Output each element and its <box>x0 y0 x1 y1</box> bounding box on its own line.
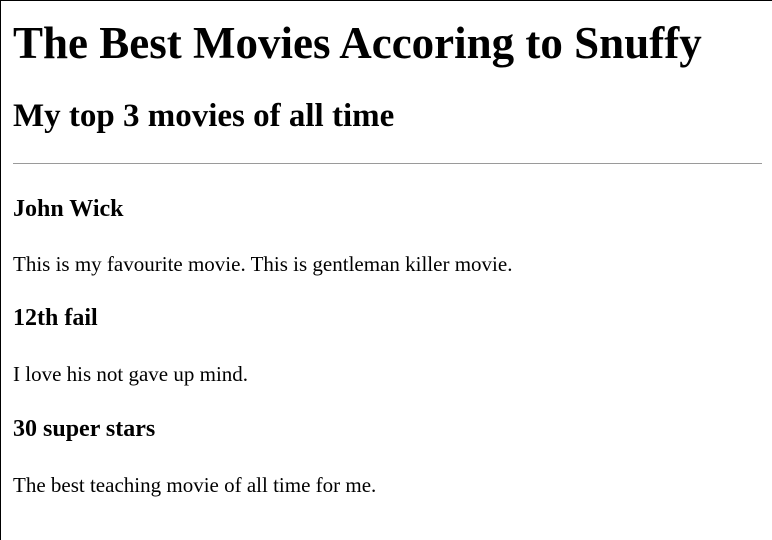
movie-title: John Wick <box>13 196 124 222</box>
page-title: The Best Movies Accoring to Snuffy <box>13 18 702 68</box>
movie-item: John Wick This is my favourite movie. Th… <box>13 194 762 277</box>
page-border-left <box>0 0 1 540</box>
movie-item: 30 super stars The best teaching movie o… <box>13 414 762 498</box>
movie-description: This is my favourite movie. This is gent… <box>13 252 513 276</box>
page-subtitle: My top 3 movies of all time <box>13 98 395 134</box>
page-content: The Best Movies Accoring to Snuffy My to… <box>13 0 762 498</box>
movie-description: I love his not gave up mind. <box>13 362 249 386</box>
divider <box>13 163 762 164</box>
movie-title: 30 super stars <box>13 416 156 442</box>
movie-title: 12th fail <box>13 305 98 331</box>
movie-description: The best teaching movie of all time for … <box>13 473 377 497</box>
movie-item: 12th fail I love his not gave up mind. <box>13 303 762 387</box>
